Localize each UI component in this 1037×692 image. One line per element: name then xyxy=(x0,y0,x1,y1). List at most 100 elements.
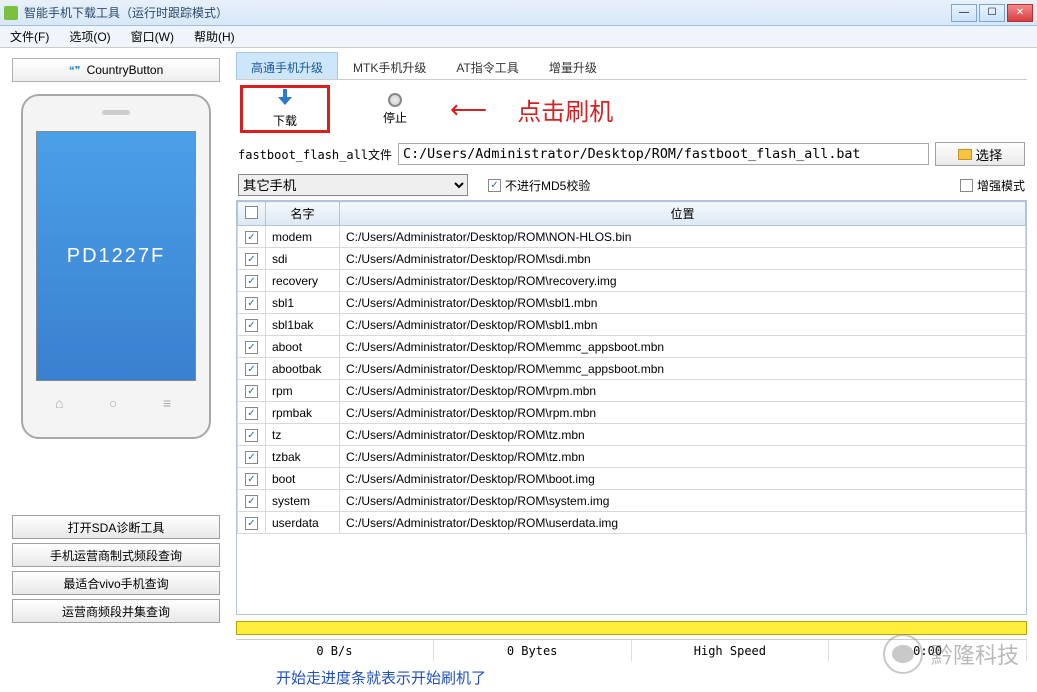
vivo-query-button[interactable]: 最适合vivo手机查询 xyxy=(12,571,220,595)
choose-file-button[interactable]: 选择 xyxy=(935,142,1025,166)
table-row[interactable]: ✓ rpmbakC:/Users/Administrator/Desktop/RO… xyxy=(238,402,1026,424)
menu-options[interactable]: 选项(O) xyxy=(65,26,114,47)
tab-qualcomm[interactable]: 高通手机升级 xyxy=(236,52,338,79)
status-rate: 0 B/s xyxy=(236,640,434,661)
row-checkbox-icon[interactable]: ✓ xyxy=(245,341,258,354)
row-name: tzbak xyxy=(266,446,340,468)
tab-mtk[interactable]: MTK手机升级 xyxy=(338,52,441,79)
row-location: C:/Users/Administrator/Desktop/ROM\sdi.m… xyxy=(340,248,1026,270)
row-name: rpmbak xyxy=(266,402,340,424)
menu-window[interactable]: 窗口(W) xyxy=(127,26,178,47)
stop-button[interactable]: 停止 xyxy=(350,85,440,133)
skip-md5-checkbox[interactable]: ✓ 不进行MD5校验 xyxy=(488,177,590,194)
row-checkbox-icon[interactable]: ✓ xyxy=(245,297,258,310)
row-name: modem xyxy=(266,226,340,248)
menu-help[interactable]: 帮助(H) xyxy=(190,26,239,47)
row-location: C:/Users/Administrator/Desktop/ROM\boot.… xyxy=(340,468,1026,490)
close-button[interactable]: ✕ xyxy=(1007,4,1033,22)
menu-file[interactable]: 文件(F) xyxy=(6,26,53,47)
row-location: C:/Users/Administrator/Desktop/ROM\rpm.m… xyxy=(340,402,1026,424)
row-checkbox-icon[interactable]: ✓ xyxy=(245,429,258,442)
folder-icon xyxy=(958,149,972,160)
table-row[interactable]: ✓sbl1bakC:/Users/Administrator/Desktop/R… xyxy=(238,314,1026,336)
phone-screen: PD1227F xyxy=(36,131,196,381)
download-arrow-icon xyxy=(275,89,295,110)
header-checkbox[interactable] xyxy=(238,202,266,226)
row-name: system xyxy=(266,490,340,512)
table-row[interactable]: ✓userdataC:/Users/Administrator/Desktop/… xyxy=(238,512,1026,534)
row-checkbox-icon[interactable]: ✓ xyxy=(245,363,258,376)
checkbox-icon xyxy=(960,179,973,192)
country-icon: ❝❞ xyxy=(69,64,81,77)
back-icon: ⌂ xyxy=(55,395,69,405)
tab-at[interactable]: AT指令工具 xyxy=(441,52,533,79)
annotation-text: 点击刷机 xyxy=(517,92,613,127)
row-checkbox-icon[interactable]: ✓ xyxy=(245,407,258,420)
stop-label: 停止 xyxy=(383,109,407,126)
file-path-input[interactable] xyxy=(398,143,929,165)
file-row: fastboot_flash_all文件 选择 xyxy=(236,138,1027,170)
phone-nav-icons: ⌂ ○ ≡ xyxy=(55,395,177,405)
table-row[interactable]: ✓abootbakC:/Users/Administrator/Desktop/… xyxy=(238,358,1026,380)
carrier-band-button[interactable]: 手机运营商制式频段查询 xyxy=(12,543,220,567)
table-row[interactable]: ✓rpmC:/Users/Administrator/Desktop/ROM\r… xyxy=(238,380,1026,402)
row-location: C:/Users/Administrator/Desktop/ROM\syste… xyxy=(340,490,1026,512)
sidebar: ❝❞ CountryButton PD1227F ⌂ ○ ≡ 打开SDA诊断工具… xyxy=(0,48,232,692)
row-location: C:/Users/Administrator/Desktop/ROM\emmc_… xyxy=(340,358,1026,380)
row-location: C:/Users/Administrator/Desktop/ROM\sbl1.… xyxy=(340,292,1026,314)
phone-speaker-icon xyxy=(102,110,130,115)
row-name: recovery xyxy=(266,270,340,292)
row-name: sbl1 xyxy=(266,292,340,314)
row-location: C:/Users/Administrator/Desktop/ROM\rpm.m… xyxy=(340,380,1026,402)
table-row[interactable]: ✓tzC:/Users/Administrator/Desktop/ROM\tz… xyxy=(238,424,1026,446)
status-speed: High Speed xyxy=(632,640,830,661)
tabs: 高通手机升级 MTK手机升级 AT指令工具 增量升级 xyxy=(236,52,1027,80)
row-checkbox-icon[interactable]: ✓ xyxy=(245,385,258,398)
country-button-label: CountryButton xyxy=(87,63,164,77)
table-row[interactable]: ✓recoveryC:/Users/Administrator/Desktop/… xyxy=(238,270,1026,292)
table-row[interactable]: ✓ bootC:/Users/Administrator/Desktop/ROM\… xyxy=(238,468,1026,490)
header-location[interactable]: 位置 xyxy=(340,202,1026,226)
phone-type-select[interactable]: 其它手机 xyxy=(238,174,468,196)
row-checkbox-icon[interactable]: ✓ xyxy=(245,319,258,332)
country-button[interactable]: ❝❞ CountryButton xyxy=(12,58,220,82)
choose-label: 选择 xyxy=(976,145,1003,164)
phone-model-label: PD1227F xyxy=(67,245,166,268)
row-name: boot xyxy=(266,468,340,490)
row-checkbox-icon[interactable]: ✓ xyxy=(245,275,258,288)
table-row[interactable]: ✓ sbl1C:/Users/Administrator/Desktop/ROM\… xyxy=(238,292,1026,314)
row-name: aboot xyxy=(266,336,340,358)
row-checkbox-icon[interactable]: ✓ xyxy=(245,495,258,508)
row-location: C:/Users/Administrator/Desktop/ROM\emmc_… xyxy=(340,336,1026,358)
header-name[interactable]: 名字 xyxy=(266,202,340,226)
enhanced-mode-checkbox[interactable]: 增强模式 xyxy=(960,177,1025,194)
minimize-button[interactable]: — xyxy=(951,4,977,22)
open-sda-button[interactable]: 打开SDA诊断工具 xyxy=(12,515,220,539)
table-row[interactable]: ✓ systemC:/Users/Administrator/Desktop/RO… xyxy=(238,490,1026,512)
content: 高通手机升级 MTK手机升级 AT指令工具 增量升级 下载 停止 ⟵ 点击刷机 … xyxy=(232,48,1037,692)
row-location: C:/Users/Administrator/Desktop/ROM\tz.mb… xyxy=(340,446,1026,468)
tab-incremental[interactable]: 增量升级 xyxy=(534,52,612,79)
table-row[interactable]: ✓modemC:/Users/Administrator/Desktop/ROM… xyxy=(238,226,1026,248)
row-checkbox-icon[interactable]: ✓ xyxy=(245,231,258,244)
wechat-icon xyxy=(883,634,923,674)
table-row[interactable]: ✓ tzbakC:/Users/Administrator/Desktop/ROM… xyxy=(238,446,1026,468)
table-row[interactable]: ✓ abootC:/Users/Administrator/Desktop/ROM… xyxy=(238,336,1026,358)
row-checkbox-icon[interactable]: ✓ xyxy=(245,253,258,266)
options-row: 其它手机 ✓ 不进行MD5校验 增强模式 xyxy=(236,170,1027,200)
row-checkbox-icon[interactable]: ✓ xyxy=(245,451,258,464)
annotation-arrow-icon: ⟵ xyxy=(450,94,487,125)
row-location: C:/Users/Administrator/Desktop/ROM\userd… xyxy=(340,512,1026,534)
checkbox-icon: ✓ xyxy=(488,179,501,192)
row-checkbox-icon[interactable]: ✓ xyxy=(245,517,258,530)
table-row[interactable]: ✓sdiC:/Users/Administrator/Desktop/ROM\s… xyxy=(238,248,1026,270)
download-button[interactable]: 下载 xyxy=(240,85,330,133)
band-collect-button[interactable]: 运营商频段并集查询 xyxy=(12,599,220,623)
maximize-button[interactable]: ☐ xyxy=(979,4,1005,22)
row-checkbox-icon[interactable]: ✓ xyxy=(245,473,258,486)
file-label: fastboot_flash_all文件 xyxy=(238,146,392,163)
app-icon xyxy=(4,6,18,20)
menu-icon: ≡ xyxy=(163,395,177,405)
row-location: C:/Users/Administrator/Desktop/ROM\sbl1.… xyxy=(340,314,1026,336)
titlebar: 智能手机下载工具（运行时跟踪模式） — ☐ ✕ xyxy=(0,0,1037,26)
